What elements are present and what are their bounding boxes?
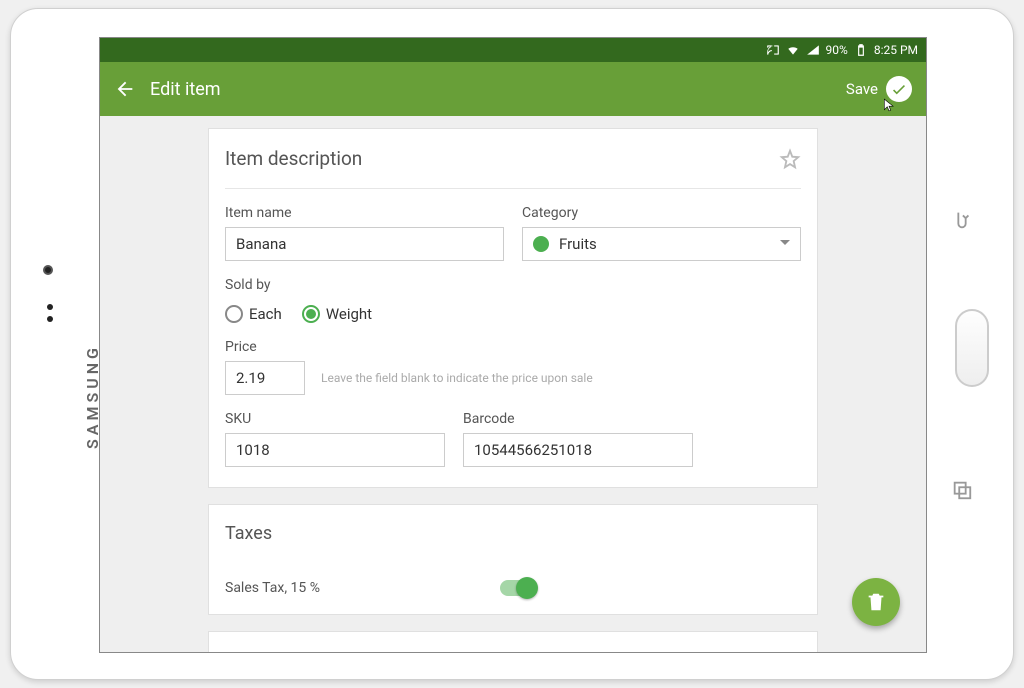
sku-label: SKU — [225, 411, 445, 427]
favorite-icon[interactable] — [779, 148, 801, 170]
content-area: Item description Item name Category — [100, 116, 926, 652]
sku-input[interactable] — [225, 433, 445, 467]
tablet-frame: SAMSUNG 90% 8:25 PM Edit item Save — [10, 8, 1014, 680]
price-input[interactable] — [225, 361, 305, 395]
tax-switch[interactable] — [500, 580, 534, 596]
item-description-card: Item description Item name Category — [208, 128, 818, 488]
cast-icon — [766, 43, 780, 57]
chevron-down-icon — [780, 240, 790, 245]
category-color-dot — [533, 236, 549, 252]
representation-title: Representation on POS — [225, 632, 801, 652]
category-value: Fruits — [559, 235, 790, 253]
back-button[interactable] — [114, 78, 136, 100]
save-button[interactable]: Save — [846, 76, 912, 102]
sensor-dots — [47, 304, 53, 322]
taxes-card: Taxes Sales Tax, 15 % — [208, 504, 818, 615]
mouse-cursor-icon — [882, 96, 896, 114]
barcode-label: Barcode — [463, 411, 693, 427]
price-hint: Leave the field blank to indicate the pr… — [321, 371, 593, 385]
status-bar: 90% 8:25 PM — [100, 38, 926, 62]
taxes-title: Taxes — [225, 505, 801, 562]
sold-by-each-radio[interactable]: Each — [225, 305, 282, 323]
signal-icon — [806, 43, 820, 57]
clock: 8:25 PM — [874, 43, 918, 57]
home-button[interactable] — [955, 309, 989, 387]
battery-percent: 90% — [826, 43, 848, 57]
item-description-title: Item description — [225, 147, 362, 170]
item-name-input[interactable] — [225, 227, 504, 261]
wifi-icon — [786, 43, 800, 57]
sold-by-weight-label: Weight — [326, 305, 372, 323]
category-label: Category — [522, 205, 801, 221]
sold-by-each-label: Each — [249, 305, 282, 323]
back-gesture-icon[interactable] — [951, 209, 973, 231]
page-title: Edit item — [150, 79, 846, 100]
item-name-label: Item name — [225, 205, 504, 221]
sold-by-weight-radio[interactable]: Weight — [302, 305, 372, 323]
sold-by-label: Sold by — [225, 277, 801, 293]
price-label: Price — [225, 339, 801, 355]
screen: 90% 8:25 PM Edit item Save Item descript… — [99, 37, 927, 653]
save-label: Save — [846, 80, 878, 98]
camera-dot — [43, 265, 53, 275]
tax-label: Sales Tax, 15 % — [225, 580, 320, 596]
representation-card: Representation on POS — [208, 631, 818, 652]
multitask-icon[interactable] — [951, 479, 973, 501]
delete-fab[interactable] — [852, 578, 900, 626]
battery-icon — [854, 43, 868, 57]
category-select[interactable]: Fruits — [522, 227, 801, 261]
barcode-input[interactable] — [463, 433, 693, 467]
app-bar: Edit item Save — [100, 62, 926, 116]
